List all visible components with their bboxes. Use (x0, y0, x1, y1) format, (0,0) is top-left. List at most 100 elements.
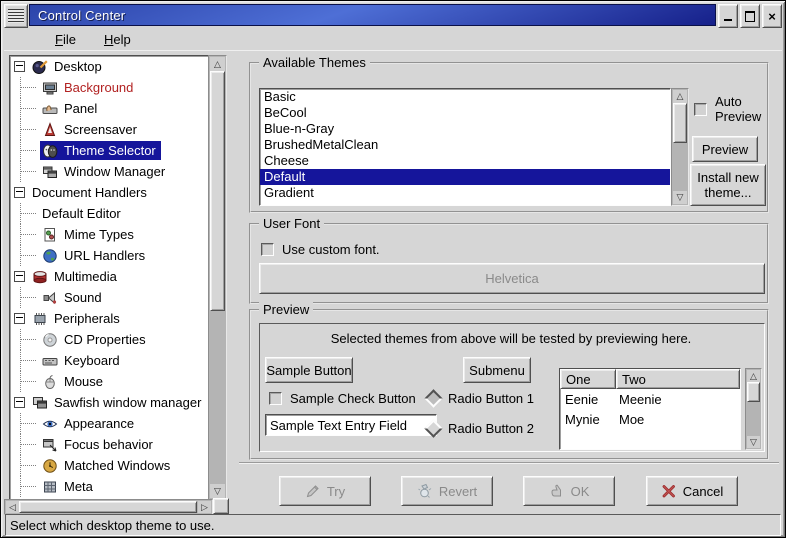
theme-item-basic[interactable]: Basic (260, 89, 670, 105)
tree-item-label: Focus behavior (64, 437, 153, 452)
window-menu-icon[interactable] (4, 4, 28, 28)
tree-item-sawfish-window-manager[interactable]: Sawfish window manager (10, 392, 208, 413)
expander-minus-icon[interactable] (14, 61, 25, 72)
try-button[interactable]: Try (279, 476, 371, 506)
checkbox-icon[interactable] (269, 392, 282, 405)
font-picker-button[interactable]: Helvetica (259, 263, 765, 294)
theme-item-cheese[interactable]: Cheese (260, 153, 670, 169)
table-row[interactable]: MynieMoe (560, 409, 740, 429)
maximize-icon[interactable] (740, 4, 760, 28)
scroll-down-icon[interactable]: ▽ (210, 484, 225, 498)
scroll-up-icon[interactable]: △ (673, 90, 687, 103)
theme-item-gradient[interactable]: Gradient (260, 185, 670, 201)
control-center-window: Control Center × File Help DesktopBackgr… (0, 0, 786, 538)
revert-button[interactable]: Revert (401, 476, 493, 506)
tree-item-panel[interactable]: Panel (10, 98, 208, 119)
checkbox-icon[interactable] (261, 243, 274, 256)
scroll-up-icon[interactable]: △ (747, 370, 760, 382)
theme-item-blue-n-gray[interactable]: Blue-n-Gray (260, 121, 670, 137)
theme-list-thumb[interactable] (673, 103, 687, 143)
auto-preview-checkbox[interactable]: Auto Preview (694, 94, 764, 124)
preview-caption: Selected themes from above will be teste… (261, 331, 761, 346)
expander-minus-icon[interactable] (14, 313, 25, 324)
theme-list[interactable]: BasicBeCoolBlue-n-GrayBrushedMetalCleanC… (259, 88, 671, 206)
tree-item-multimedia[interactable]: Multimedia (10, 266, 208, 287)
expander-minus-icon[interactable] (14, 187, 25, 198)
tree-item-label: Matched Windows (64, 458, 170, 473)
radio-button-2[interactable]: Radio Button 2 (427, 421, 534, 436)
minimize-icon[interactable] (718, 4, 738, 28)
tree-branch-line (14, 287, 40, 308)
radio-icon[interactable] (424, 419, 442, 437)
tree-item-default-editor[interactable]: Default Editor (10, 203, 208, 224)
tree-item-theme-selector[interactable]: Theme Selector (10, 140, 208, 161)
column-header-one[interactable]: One (560, 369, 616, 389)
tree-item-keyboard[interactable]: Keyboard (10, 350, 208, 371)
table-row[interactable]: EenieMeenie (560, 389, 740, 409)
tree-item-window-manager[interactable]: Window Manager (10, 161, 208, 182)
tree-item-label: Appearance (64, 416, 134, 431)
scroll-left-icon[interactable]: ◁ (6, 501, 19, 513)
scroll-right-icon[interactable]: ▷ (198, 501, 211, 513)
table-cell: Eenie (560, 392, 614, 407)
window-manager-icon (42, 164, 59, 180)
close-icon[interactable]: × (762, 4, 782, 28)
table-vscrollbar[interactable]: △ ▽ (745, 368, 762, 450)
tree-item-mouse[interactable]: Mouse (10, 371, 208, 392)
tree-item-focus-behavior[interactable]: Focus behavior (10, 434, 208, 455)
tree-branch-line (14, 371, 40, 392)
expander-minus-icon[interactable] (14, 397, 25, 408)
sample-button[interactable]: Sample Button (265, 357, 353, 383)
theme-item-becool[interactable]: BeCool (260, 105, 670, 121)
tree-item-url-handlers[interactable]: URL Handlers (10, 245, 208, 266)
ok-button[interactable]: OK (523, 476, 615, 506)
tree-item-mime-types[interactable]: Mime Types (10, 224, 208, 245)
theme-item-default[interactable]: Default (260, 169, 670, 185)
tree-item-peripherals[interactable]: Peripherals (10, 308, 208, 329)
preview-button[interactable]: Preview (692, 136, 758, 162)
column-header-two[interactable]: Two (616, 369, 740, 389)
tree-branch-line (14, 77, 40, 98)
expander-minus-icon[interactable] (14, 271, 25, 282)
tree-hscrollbar-thumb[interactable] (19, 501, 197, 513)
scroll-up-icon[interactable]: △ (210, 57, 225, 71)
tree-branch-line (14, 245, 40, 266)
tree-item-document-handlers[interactable]: Document Handlers (10, 182, 208, 203)
scroll-down-icon[interactable]: ▽ (673, 191, 687, 204)
radio-button-1[interactable]: Radio Button 1 (427, 391, 534, 406)
tree-item-desktop[interactable]: Desktop (10, 56, 208, 77)
titlebar-gradient[interactable]: Control Center (29, 4, 716, 26)
theme-list-vscrollbar[interactable]: △ ▽ (671, 88, 689, 206)
tree-item-label: Panel (64, 101, 97, 116)
sample-text-entry[interactable] (265, 414, 437, 436)
use-custom-font-label: Use custom font. (282, 242, 380, 257)
tree-hscrollbar[interactable]: ◁ ▷ (4, 499, 213, 515)
tree-item-screensaver[interactable]: Screensaver (10, 119, 208, 140)
install-new-theme-button[interactable]: Install new theme... (690, 164, 766, 206)
tree-vscrollbar-thumb[interactable] (210, 71, 225, 311)
checkbox-icon[interactable] (694, 103, 707, 116)
use-custom-font-checkbox[interactable]: Use custom font. (261, 242, 380, 257)
tree-item-label: Screensaver (64, 122, 137, 137)
theme-list-rows: BasicBeCoolBlue-n-GrayBrushedMetalCleanC… (260, 89, 670, 201)
tree-item-matched-windows[interactable]: Matched Windows (10, 455, 208, 476)
submenu-button[interactable]: Submenu (463, 357, 531, 383)
menu-help[interactable]: Help (97, 30, 138, 49)
tree-item-background[interactable]: Background (10, 77, 208, 98)
titlebar: Control Center × (4, 4, 782, 26)
sample-table: One Two EenieMeenieMynieMoe (559, 368, 741, 450)
sample-check-button[interactable]: Sample Check Button (269, 391, 416, 406)
theme-selector-icon (42, 143, 59, 159)
scroll-down-icon[interactable]: ▽ (747, 436, 760, 448)
tree-item-appearance[interactable]: Appearance (10, 413, 208, 434)
tree-vscrollbar[interactable]: △ ▽ (208, 55, 227, 500)
tree-item-cd-properties[interactable]: CD Properties (10, 329, 208, 350)
radio-icon[interactable] (424, 389, 442, 407)
table-vscrollbar-thumb[interactable] (747, 382, 760, 402)
tree-item-label: Mouse (64, 374, 103, 389)
tree-item-meta[interactable]: Meta (10, 476, 208, 497)
tree-item-sound[interactable]: Sound (10, 287, 208, 308)
theme-item-brushedmetalclean[interactable]: BrushedMetalClean (260, 137, 670, 153)
menu-file[interactable]: File (48, 30, 83, 49)
cancel-button[interactable]: Cancel (646, 476, 738, 506)
